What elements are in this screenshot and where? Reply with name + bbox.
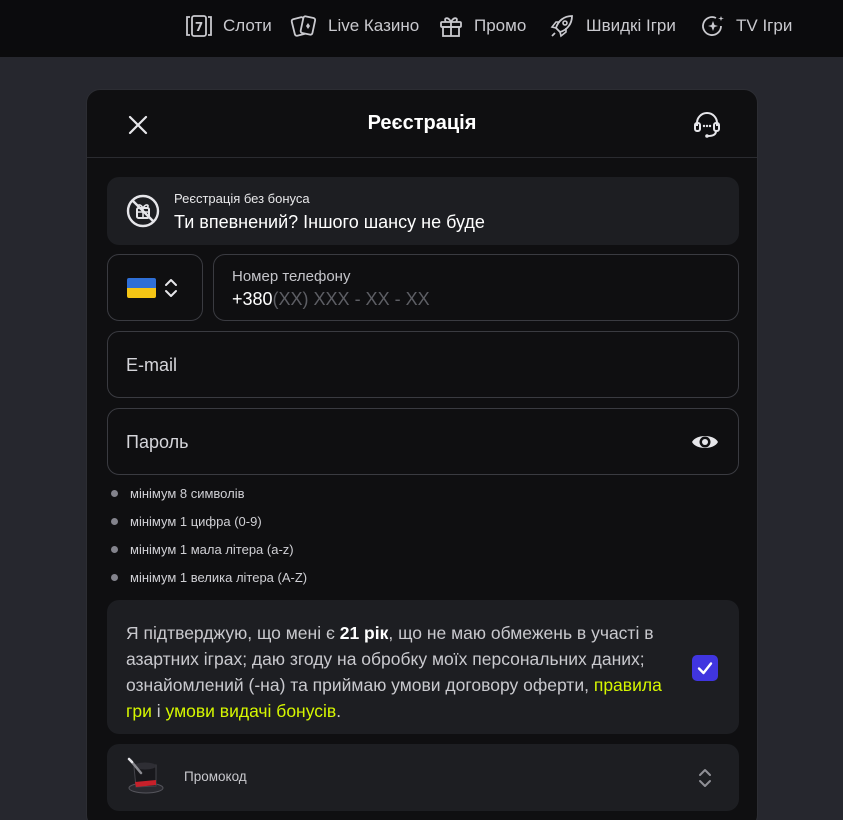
password-rule: мінімум 1 мала літера (a-z) <box>111 542 411 562</box>
nav-item-label: Промо <box>474 16 527 35</box>
password-rule: мінімум 1 велика літера (A-Z) <box>111 570 411 590</box>
modal-title: Реєстрація <box>367 112 477 134</box>
bullet-icon <box>111 518 118 525</box>
promo-code-toggle[interactable]: Промокод <box>107 744 739 811</box>
phone-field[interactable]: Номер телефону +380(XX) XXX - XX - XX <box>213 254 739 321</box>
svg-text:7: 7 <box>195 20 203 34</box>
password-rule: мінімум 1 цифра (0-9) <box>111 514 411 534</box>
consent-block: Я підтверджую, що мені є 21 рік, що не м… <box>107 600 739 734</box>
chevron-up-down-icon <box>699 769 711 787</box>
slot-7-icon: 7 <box>186 15 212 37</box>
ukraine-flag-icon <box>127 278 156 298</box>
gift-icon <box>440 17 462 37</box>
nav-item-fast-games[interactable]: Швидкі Ігри <box>548 11 676 41</box>
nav-item-label: Швидкі Ігри <box>586 16 676 35</box>
bullet-icon <box>111 490 118 497</box>
headset-icon <box>694 112 720 138</box>
email-placeholder: E-mail <box>126 355 178 375</box>
bonus-terms-link[interactable]: умови видачі бонусів <box>166 701 337 721</box>
phone-input[interactable]: +380(XX) XXX - XX - XX <box>232 289 430 310</box>
nav-item-label: Слоти <box>223 16 272 35</box>
magic-hat-icon <box>127 757 164 794</box>
modal-header: Реєстрація <box>87 90 757 158</box>
top-nav-bar: 7 Слоти Live Казино Промо Швидкі Ігри TV… <box>0 0 843 57</box>
no-bonus-icon <box>126 194 160 228</box>
eye-icon[interactable] <box>690 430 720 454</box>
age-requirement: 21 рік <box>339 623 389 643</box>
password-field[interactable]: Пароль <box>107 408 739 475</box>
phone-prefix: +380 <box>232 289 273 309</box>
nav-item-live-casino[interactable]: Live Казино <box>290 11 419 41</box>
support-button[interactable] <box>691 109 723 141</box>
promo-code-label: Промокод <box>184 769 247 784</box>
phone-label: Номер телефону <box>232 268 351 285</box>
sparkle-icon <box>702 16 724 36</box>
no-bonus-label: Реєстрація без бонуса <box>174 191 310 206</box>
nav-item-label: TV Ігри <box>736 16 793 35</box>
bullet-icon <box>111 574 118 581</box>
checkmark-icon <box>697 662 713 675</box>
rocket-icon <box>550 15 573 38</box>
country-selector[interactable] <box>107 254 203 321</box>
chevron-up-down-icon <box>165 279 177 297</box>
registration-modal: Реєстрація Реєстрація без бонуса Ти впев… <box>86 89 758 820</box>
nav-item-promo[interactable]: Промо <box>438 11 526 41</box>
nav-item-label: Live Казино <box>328 16 420 35</box>
consent-text: Я підтверджую, що мені є 21 рік, що не м… <box>126 623 662 721</box>
no-bonus-option[interactable]: Реєстрація без бонуса Ти впевнений? Іншо… <box>107 177 739 245</box>
email-field[interactable]: E-mail <box>107 331 739 398</box>
bullet-icon <box>111 546 118 553</box>
phone-mask: (XX) XXX - XX - XX <box>272 289 430 309</box>
no-bonus-text: Ти впевнений? Іншого шансу не буде <box>174 212 485 232</box>
password-placeholder: Пароль <box>126 432 189 452</box>
nav-item-slots[interactable]: 7 Слоти <box>185 11 272 41</box>
nav-item-tv-games[interactable]: TV Ігри <box>700 11 792 41</box>
playing-cards-icon <box>290 15 317 37</box>
password-rule: мінімум 8 символів <box>111 486 411 506</box>
consent-checkbox[interactable] <box>692 655 718 681</box>
